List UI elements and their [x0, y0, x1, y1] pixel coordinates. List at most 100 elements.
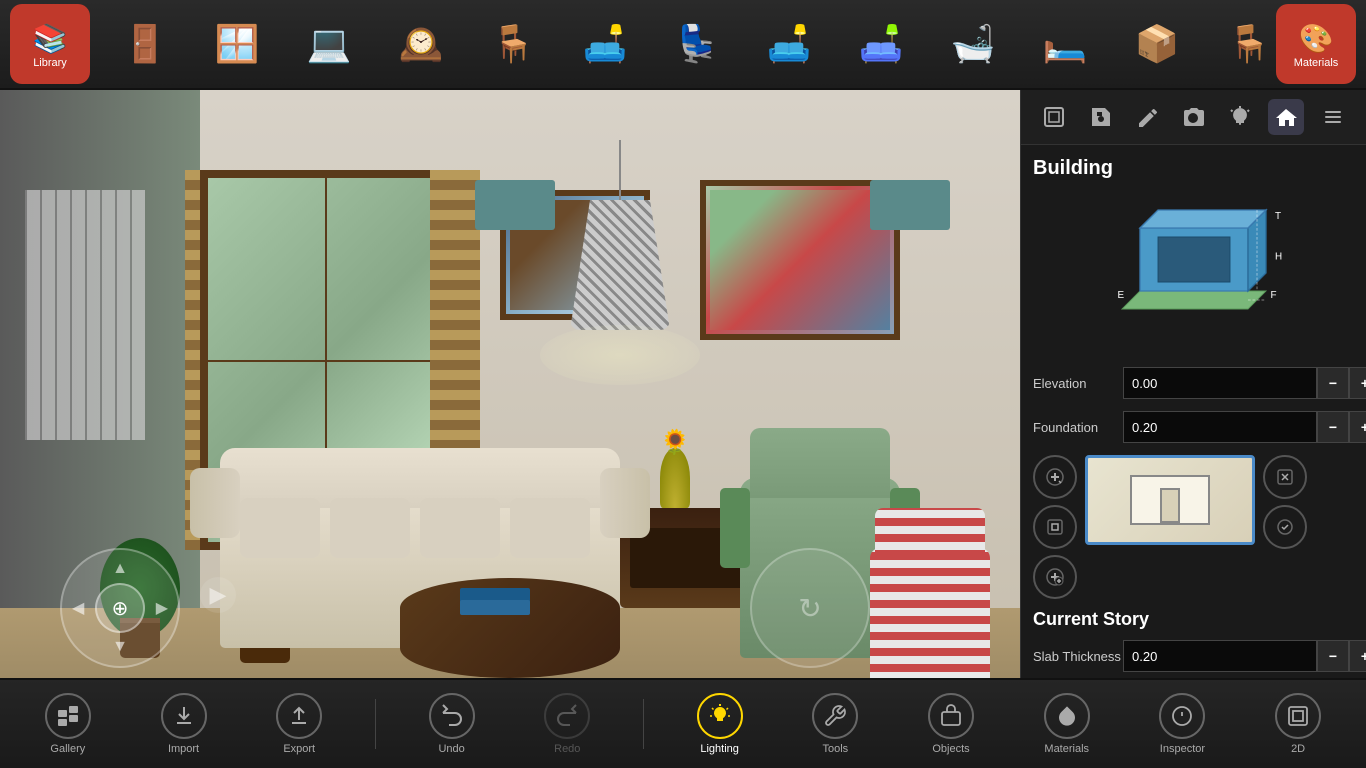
pendant-light [570, 140, 670, 340]
toolbar-camera-btn[interactable] [1175, 99, 1211, 135]
tools-label: Tools [823, 743, 849, 755]
materials-bottom-label: Materials [1044, 743, 1089, 755]
floor-right-btns [1263, 455, 1307, 599]
toolbar-paint-btn[interactable] [1129, 99, 1165, 135]
bottom-undo[interactable]: Undo [412, 684, 492, 764]
lighting-label: Lighting [700, 743, 739, 755]
elevation-row: Elevation − + [1033, 365, 1354, 401]
nav-right-arrow[interactable]: ▶ [156, 598, 168, 618]
copy-story-btn[interactable] [1033, 555, 1077, 599]
toolbar-save-btn[interactable] [1083, 99, 1119, 135]
nav-up-arrow[interactable]: ▲ [112, 560, 128, 578]
2d-icon [1275, 693, 1321, 739]
foundation-label: Foundation [1033, 420, 1123, 435]
objects-icon [928, 693, 974, 739]
slab-thickness-label: Slab Thickness [1033, 649, 1123, 664]
bottom-export[interactable]: Export [259, 684, 339, 764]
toolbar-list-btn[interactable] [1315, 99, 1351, 135]
bottom-lighting[interactable]: Lighting [680, 684, 760, 764]
add-story-btn[interactable] [1033, 455, 1077, 499]
top-item-sofa-yellow[interactable]: 🛋️ [836, 4, 926, 84]
slab-plus-btn[interactable]: + [1349, 640, 1366, 672]
bottom-materials[interactable]: Materials [1027, 684, 1107, 764]
panel-section-title: Building [1033, 157, 1354, 180]
pan-arrow[interactable]: ▶ [200, 577, 236, 613]
navigation-joystick[interactable]: ▲ ▼ ◀ ▶ ⊕ [60, 548, 180, 668]
wall-panel-left [475, 180, 555, 230]
top-item-armchair-pink[interactable]: 💺 [652, 4, 742, 84]
separator-1 [375, 699, 376, 749]
library-button[interactable]: 📚 Library [10, 4, 90, 84]
current-story-title: Current Story [1033, 609, 1354, 630]
main-viewport[interactable]: 🌻 [0, 90, 1020, 768]
redo-icon [544, 693, 590, 739]
slab-thickness-row: Slab Thickness − + [1033, 638, 1354, 674]
foundation-plus-btn[interactable]: + [1349, 411, 1366, 443]
bottom-import[interactable]: Import [144, 684, 224, 764]
bottom-bar: Gallery Import Export Undo [0, 678, 1366, 768]
elevation-label: Elevation [1033, 376, 1123, 391]
coffee-table [400, 578, 620, 678]
materials-bottom-icon [1044, 693, 1090, 739]
top-item-door[interactable]: 🚪 [100, 4, 190, 84]
elevation-minus-btn[interactable]: − [1317, 367, 1349, 399]
panel-content: Building T H E F [1021, 145, 1366, 768]
top-item-sofa-white[interactable]: 🛋️ [744, 4, 834, 84]
3d-scene[interactable]: 🌻 [0, 90, 1020, 768]
top-item-armchair-yellow[interactable]: 🛋️ [560, 4, 650, 84]
top-item-chair-red2[interactable]: 🪑 [1204, 4, 1266, 84]
toolbar-light-btn[interactable] [1222, 99, 1258, 135]
import-icon [161, 693, 207, 739]
separator-2 [643, 699, 644, 749]
import-label: Import [168, 743, 199, 755]
bottom-objects[interactable]: Objects [911, 684, 991, 764]
redo-label: Redo [554, 743, 580, 755]
undo-icon [429, 693, 475, 739]
joystick-center[interactable]: ⊕ [95, 583, 145, 633]
bottom-2d[interactable]: 2D [1258, 684, 1338, 764]
gallery-label: Gallery [50, 743, 85, 755]
foundation-minus-btn[interactable]: − [1317, 411, 1349, 443]
foundation-input[interactable] [1123, 411, 1317, 443]
bottom-tools[interactable]: Tools [795, 684, 875, 764]
nav-left-arrow[interactable]: ◀ [72, 598, 84, 618]
library-label: Library [33, 57, 67, 69]
materials-button[interactable]: 🎨 Materials [1276, 4, 1356, 84]
materials-label: Materials [1294, 57, 1339, 69]
wall-panel-right [870, 180, 950, 230]
rotate-icon: ↻ [798, 592, 821, 625]
top-item-laptop[interactable]: 💻 [284, 4, 374, 84]
inspector-label: Inspector [1160, 743, 1205, 755]
wall-decoration [25, 190, 145, 440]
top-item-chair-red[interactable]: 🪑 [468, 4, 558, 84]
top-item-clock[interactable]: 🕰️ [376, 4, 466, 84]
toolbar-floorplan-btn[interactable] [1036, 99, 1072, 135]
floor-btn-1[interactable] [1263, 455, 1307, 499]
export-icon [276, 693, 322, 739]
bottom-redo[interactable]: Redo [527, 684, 607, 764]
bottom-inspector[interactable]: Inspector [1142, 684, 1222, 764]
floor-thumbnail[interactable] [1085, 455, 1255, 545]
bottom-gallery[interactable]: Gallery [28, 684, 108, 764]
toolbar-home-btn[interactable] [1268, 99, 1304, 135]
svg-text:H: H [1275, 251, 1282, 262]
panel-toolbar [1021, 90, 1366, 145]
top-item-bed[interactable]: 🛏️ [1020, 4, 1110, 84]
rotate-joystick[interactable]: ↻ [750, 548, 870, 668]
elevation-input[interactable] [1123, 367, 1317, 399]
top-item-bathtub[interactable]: 🛁 [928, 4, 1018, 84]
gallery-icon [45, 693, 91, 739]
top-item-shelf[interactable]: 📦 [1112, 4, 1202, 84]
select-story-btn[interactable] [1033, 505, 1077, 549]
elevation-plus-btn[interactable]: + [1349, 367, 1366, 399]
undo-label: Undo [438, 743, 464, 755]
top-bar: 📚 Library 🚪 🪟 💻 🕰️ 🪑 🛋️ 💺 🛋️ 🛋️ [0, 0, 1366, 90]
nav-down-arrow[interactable]: ▼ [112, 638, 128, 656]
svg-text:T: T [1275, 211, 1281, 222]
top-item-window[interactable]: 🪟 [192, 4, 282, 84]
slab-minus-btn[interactable]: − [1317, 640, 1349, 672]
svg-text:F: F [1270, 290, 1276, 301]
floor-btn-2[interactable] [1263, 505, 1307, 549]
slab-thickness-input[interactable] [1123, 640, 1317, 672]
tools-icon [812, 693, 858, 739]
